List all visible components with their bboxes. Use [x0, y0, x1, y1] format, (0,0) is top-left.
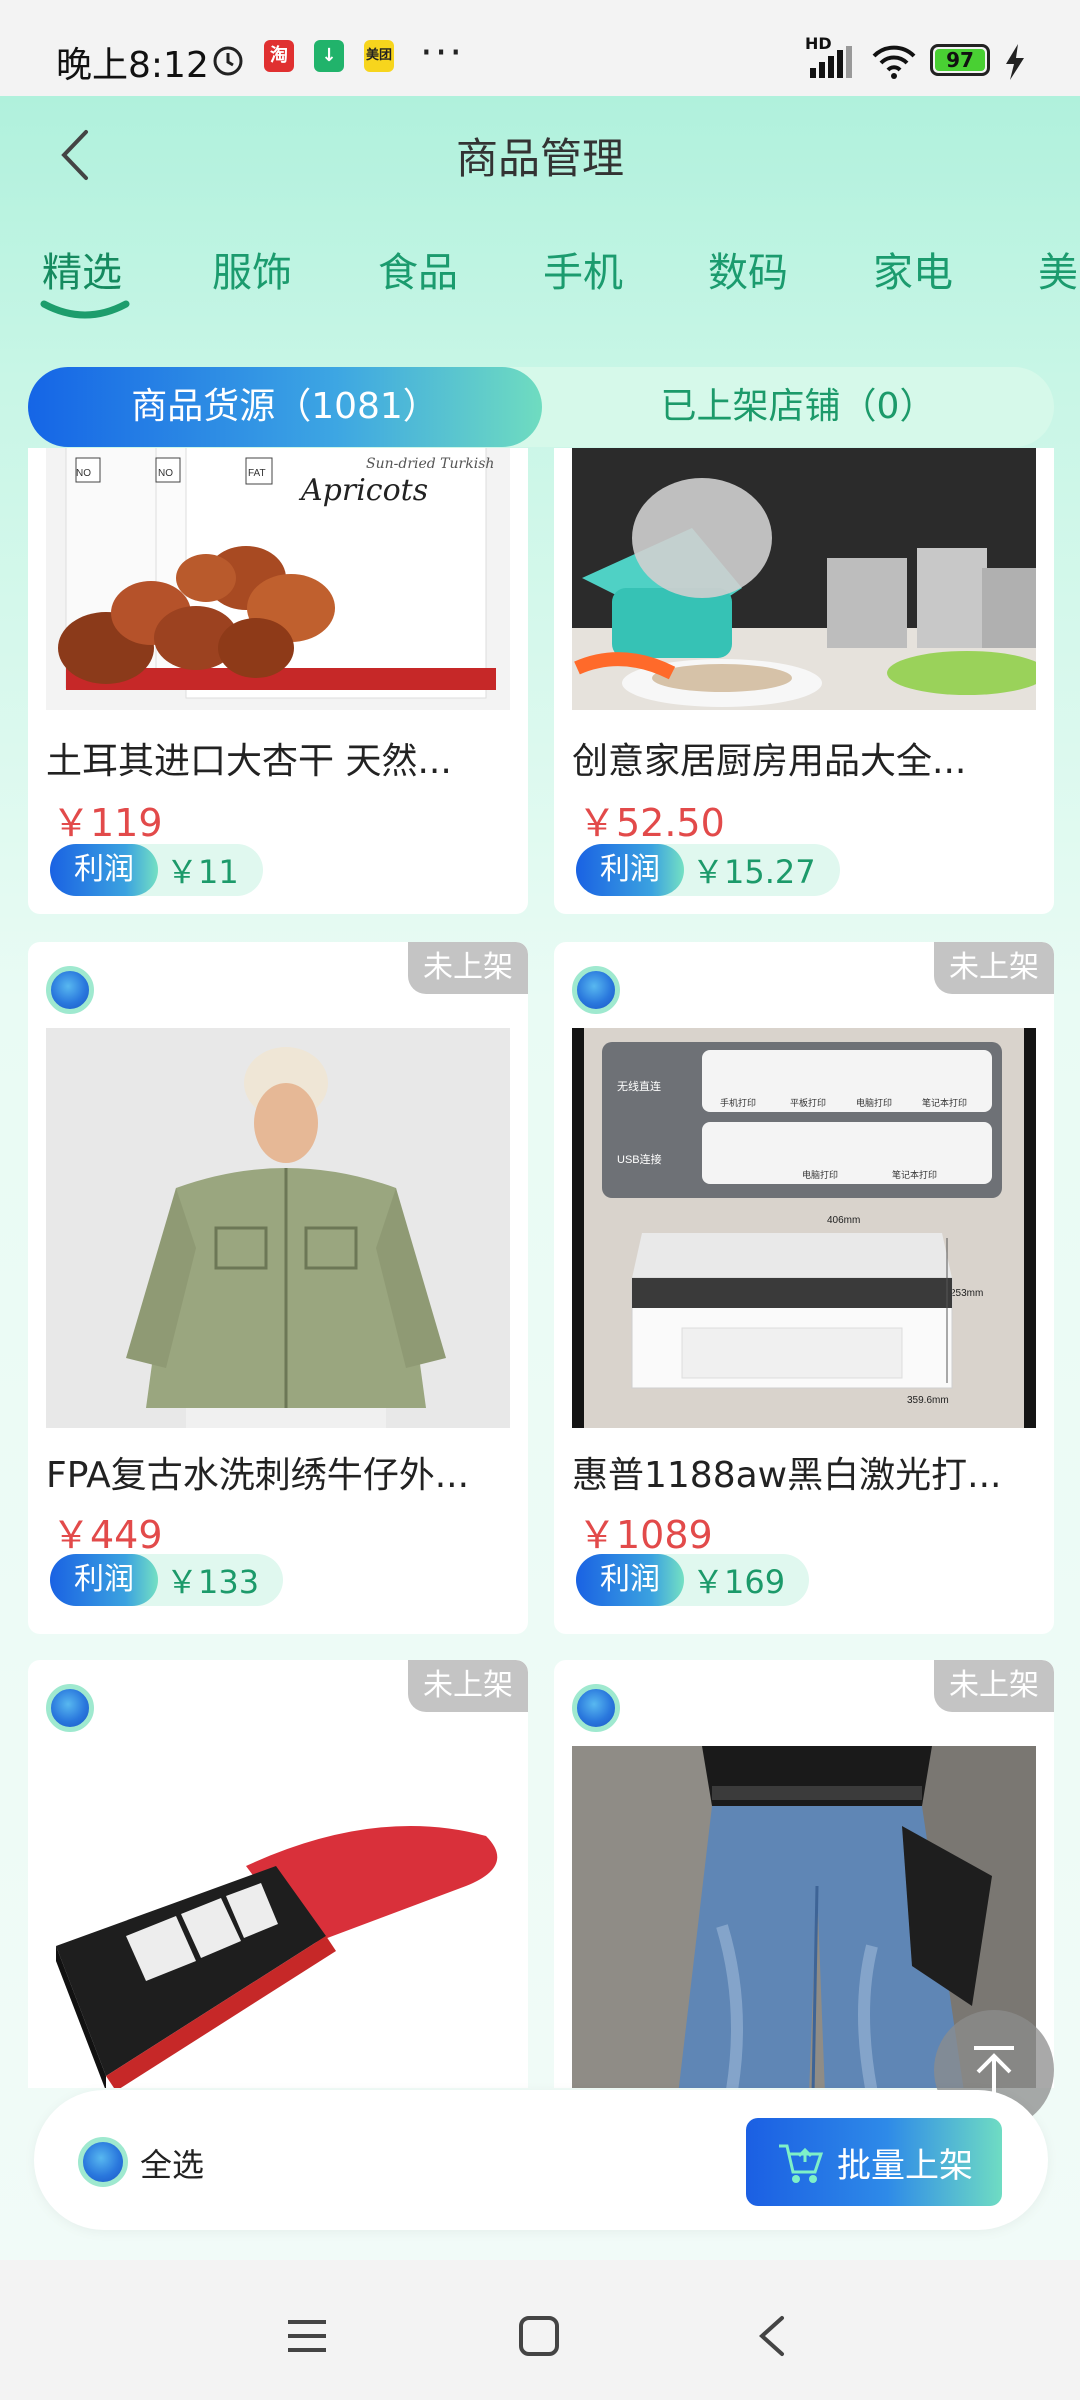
pack-tag: NO — [158, 468, 173, 479]
tab-mei[interactable]: 美 — [1038, 240, 1078, 298]
segment-listed-stores[interactable]: 已上架店铺（0） — [542, 367, 1054, 447]
tab-shuma[interactable]: 数码 — [708, 240, 788, 298]
profit-value: ￥169 — [692, 1563, 786, 1601]
status-time: 晚上8:12 — [56, 45, 209, 86]
product-card[interactable]: 未上架 — [28, 1660, 528, 2088]
profit-value: ￥15.27 — [692, 853, 816, 891]
profit-tag: 利润 ￥133 — [50, 1554, 284, 1606]
select-all-radio[interactable] — [78, 2137, 128, 2187]
select-radio[interactable] — [572, 966, 620, 1014]
product-price: ￥52.50 — [578, 801, 725, 845]
printer-feature-usb: USB连接 — [617, 1153, 662, 1166]
product-price: ￥119 — [52, 801, 163, 845]
page-title: 商品管理 — [455, 134, 624, 183]
segment-product-source[interactable]: 商品货源（1081） — [28, 367, 542, 447]
printer-feature-label: 电脑打印 — [856, 1097, 892, 1108]
product-price: ￥1089 — [578, 1513, 713, 1557]
printer-feature-label: 电脑打印 — [802, 1169, 838, 1180]
batch-list-label: 批量上架 — [837, 2145, 973, 2186]
profit-tag: 利润 ￥169 — [576, 1554, 810, 1606]
profit-tag: 利润 ￥15.27 — [576, 844, 840, 896]
tab-jiadian[interactable]: 家电 — [873, 240, 953, 298]
printer-feature-label: 平板打印 — [790, 1097, 826, 1108]
laser-printer-image: 无线直连 USB连接 手机打印 平板打印 电脑打印 笔记本打印 电脑打印 笔记本… — [572, 1028, 1036, 1428]
alarm-icon — [213, 46, 243, 76]
printer-feature-label: 笔记本打印 — [892, 1169, 937, 1180]
product-title: 创意家居厨房用品大全... — [572, 741, 967, 782]
status-badge: 未上架 — [408, 942, 528, 994]
batch-list-button[interactable]: 批量上架 — [746, 2118, 1002, 2206]
tab-fushi[interactable]: 服饰 — [212, 240, 292, 298]
printer-dim-width: 406mm — [827, 1215, 860, 1226]
tab-shouji[interactable]: 手机 — [543, 240, 623, 298]
nav-back-icon[interactable] — [752, 2312, 792, 2360]
profit-label: 利润 — [576, 1554, 684, 1606]
active-tab-indicator — [40, 300, 130, 319]
profit-value: ￥11 — [166, 853, 239, 891]
meituan-icon: 美团 — [364, 40, 394, 72]
taobao-icon: 淘 — [264, 40, 294, 72]
profit-value: ￥133 — [166, 1563, 260, 1601]
product-card[interactable]: 未上架 FPA复古水洗刺绣牛仔外... ￥449 利润 ￥133 — [28, 942, 528, 1634]
product-title: FPA复古水洗刺绣牛仔外... — [46, 1455, 470, 1496]
category-tabs: 精选 服饰 食品 手机 数码 家电 美 — [0, 240, 1080, 320]
product-card[interactable]: NO NO FAT Sun-dried Turkish Apricots 土耳其… — [28, 448, 528, 914]
profit-tag: 利润 ￥11 — [50, 844, 263, 896]
pack-tag: NO — [76, 468, 91, 479]
profit-label: 利润 — [576, 844, 684, 896]
printer-dim-depth: 359.6mm — [907, 1395, 949, 1406]
select-all-label[interactable]: 全选 — [140, 2140, 204, 2186]
printer-dim-height: 253mm — [950, 1288, 983, 1299]
printer-feature-wifi: 无线直连 — [617, 1079, 661, 1093]
dried-apricots-image: NO NO FAT Sun-dried Turkish Apricots — [46, 448, 510, 710]
charging-icon — [1006, 44, 1024, 80]
select-radio[interactable] — [46, 966, 94, 1014]
profit-label: 利润 — [50, 844, 158, 896]
product-title: 惠普1188aw黑白激光打... — [572, 1455, 1002, 1496]
printer-feature-label: 手机打印 — [720, 1097, 756, 1108]
select-radio[interactable] — [46, 1684, 94, 1732]
product-price: ￥449 — [52, 1513, 163, 1557]
battery-icon: 97 — [930, 44, 990, 76]
menu-icon[interactable] — [282, 2314, 332, 2358]
denim-jacket-image — [46, 1028, 510, 1428]
product-title: 土耳其进口大杏干 天然... — [46, 741, 452, 782]
product-card[interactable]: 未上架 无线直连 USB连接 手机打印 平板打印 电脑打印 笔记本打印 电脑打印… — [554, 942, 1054, 1634]
status-badge: 未上架 — [934, 1660, 1054, 1712]
status-badge: 未上架 — [408, 1660, 528, 1712]
pack-brand: Apricots — [298, 473, 428, 508]
tab-jingxuan[interactable]: 精选 — [42, 240, 122, 298]
profit-label: 利润 — [50, 1554, 158, 1606]
tab-shipin[interactable]: 食品 — [378, 240, 458, 298]
product-grid: NO NO FAT Sun-dried Turkish Apricots 土耳其… — [0, 448, 1080, 2088]
product-card[interactable]: 创意家居厨房用品大全... ￥52.50 利润 ￥15.27 — [554, 448, 1054, 914]
status-badge: 未上架 — [934, 942, 1054, 994]
pack-tag: FAT — [248, 468, 266, 479]
knife-sharpener-image — [46, 1746, 510, 2088]
signal-icon — [810, 46, 852, 78]
wifi-icon — [872, 45, 916, 79]
home-icon[interactable] — [516, 2313, 562, 2359]
vegetable-grater-image — [572, 448, 1036, 710]
cart-icon — [779, 2144, 824, 2183]
pack-subtitle: Sun-dried Turkish — [366, 456, 494, 472]
battery-level: 97 — [935, 49, 985, 71]
printer-feature-label: 笔记本打印 — [922, 1097, 967, 1108]
download-icon: ↓ — [314, 40, 344, 72]
select-radio[interactable] — [572, 1684, 620, 1732]
more-notifications-icon: ··· — [420, 30, 465, 76]
